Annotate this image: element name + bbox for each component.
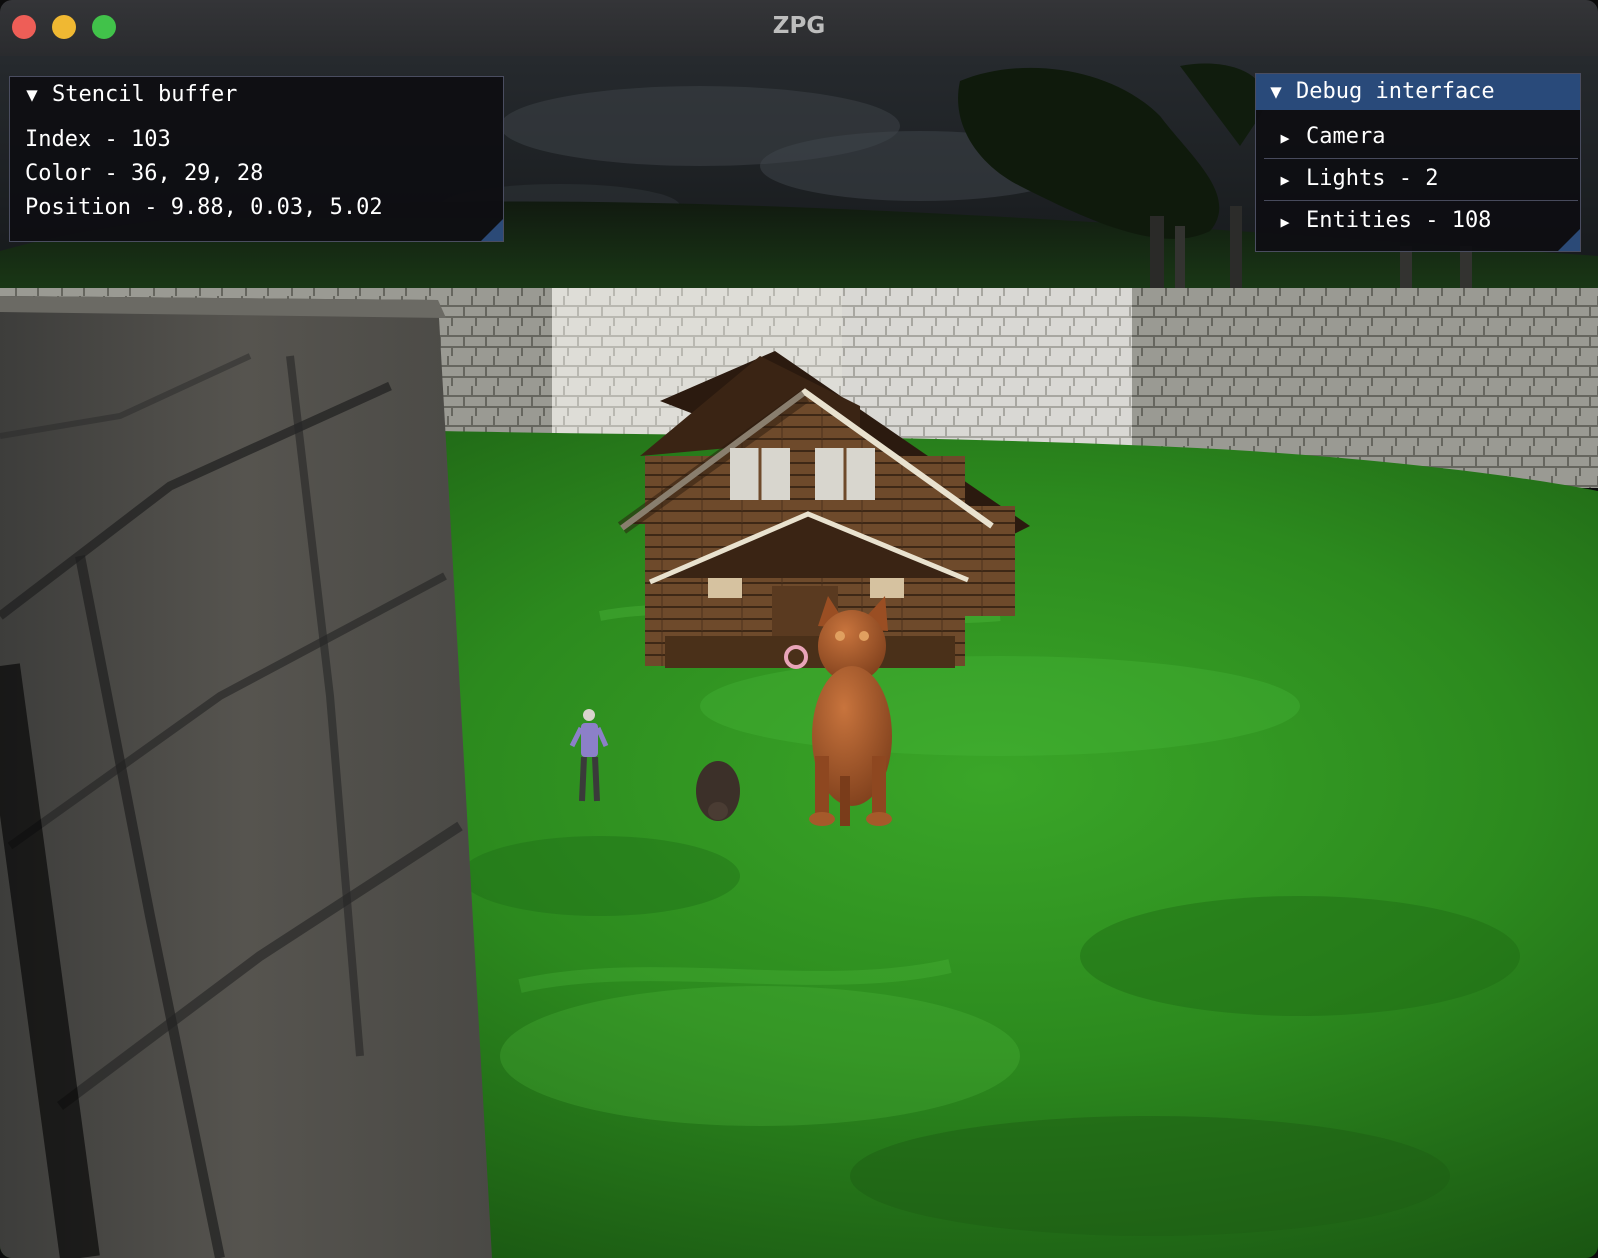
- expand-arrow-icon[interactable]: ▶: [1264, 118, 1306, 158]
- collapse-arrow-icon[interactable]: ▼: [12, 77, 52, 113]
- resize-grip[interactable]: [1558, 229, 1580, 251]
- app-window: ZPG ▼ Stencil buffer Index - 103 Color -…: [0, 0, 1598, 1258]
- rat-model: [696, 761, 740, 821]
- window-title: ZPG: [772, 13, 826, 39]
- stencil-panel-header[interactable]: ▼ Stencil buffer: [10, 77, 503, 113]
- stencil-index-text: Index - 103: [25, 127, 171, 152]
- expand-arrow-icon[interactable]: ▶: [1264, 202, 1306, 242]
- cat-model: [809, 596, 892, 826]
- expand-arrow-icon[interactable]: ▶: [1264, 160, 1306, 200]
- stencil-buffer-panel[interactable]: ▼ Stencil buffer Index - 103 Color - 36, …: [9, 76, 504, 242]
- collapse-arrow-icon[interactable]: ▼: [1256, 74, 1296, 110]
- debug-interface-panel[interactable]: ▼ Debug interface ▶ Camera ▶ Lights - 2 ▶ En…: [1255, 73, 1581, 252]
- tree-node-label: Lights - 2: [1306, 166, 1439, 191]
- title-bar[interactable]: ZPG: [0, 0, 1598, 57]
- tree-node-label: Entities - 108: [1306, 208, 1492, 233]
- tree-node-label: Camera: [1306, 124, 1386, 149]
- debug-panel-title: Debug interface: [1296, 79, 1495, 104]
- resize-grip[interactable]: [481, 219, 503, 241]
- tree-node-entities[interactable]: ▶ Entities - 108: [1264, 201, 1578, 241]
- debug-panel-header[interactable]: ▼ Debug interface: [1256, 74, 1580, 110]
- stencil-panel-title: Stencil buffer: [52, 82, 238, 107]
- stone-pillar: [0, 296, 492, 1258]
- tree-node-camera[interactable]: ▶ Camera: [1264, 117, 1578, 157]
- stencil-color-text: Color - 36, 29, 28: [25, 161, 264, 186]
- 3d-viewport[interactable]: ▼ Stencil buffer Index - 103 Color - 36, …: [0, 56, 1598, 1258]
- stencil-position-text: Position - 9.88, 0.03, 5.02: [25, 195, 383, 220]
- tree-node-lights[interactable]: ▶ Lights - 2: [1264, 159, 1578, 199]
